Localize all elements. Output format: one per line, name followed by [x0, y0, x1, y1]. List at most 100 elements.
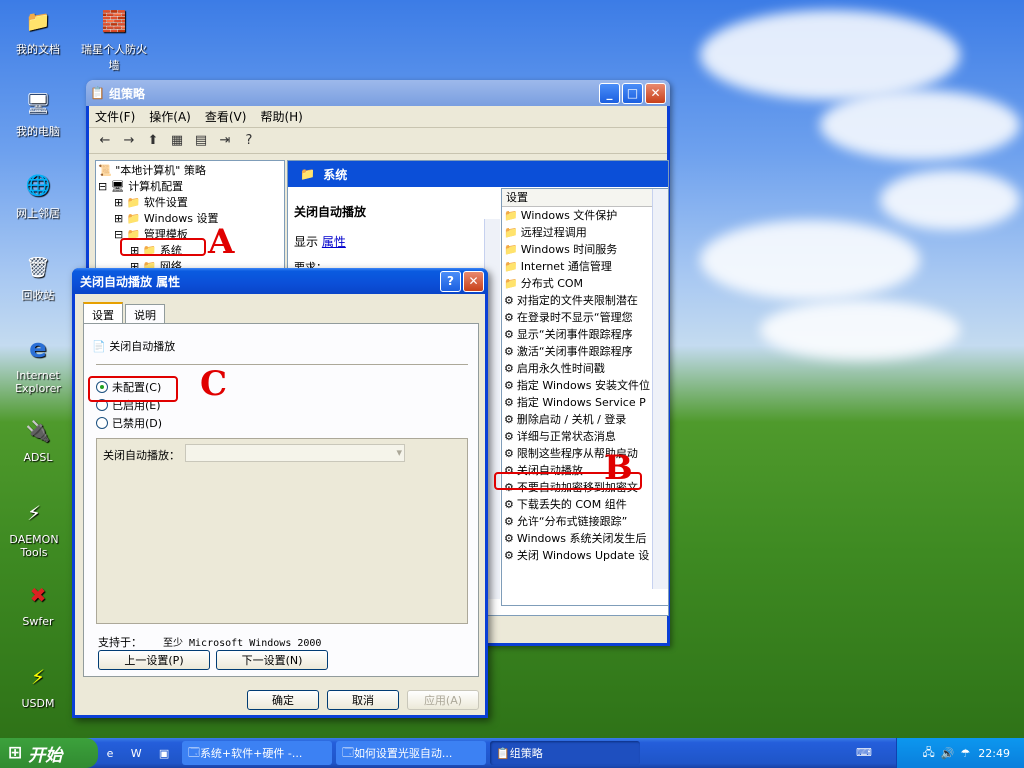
properties-link[interactable]: 属性 — [322, 235, 346, 249]
list-item[interactable]: 📁 Windows 文件保护 — [502, 207, 652, 224]
tab-explain[interactable]: 说明 — [125, 304, 165, 325]
desktop-icon-ie[interactable]: e Internet Explorer — [4, 332, 72, 395]
list-item[interactable]: 📁 远程过程调用 — [502, 224, 652, 241]
tree-software[interactable]: ⊞ 📁 软件设置 — [98, 195, 282, 211]
list-item[interactable]: 📁 分布式 COM — [502, 275, 652, 292]
properties-dialog: 关闭自动播放 属性 ? ✕ 设置 说明 📄 关闭自动播放 未配置(C) 已启用(… — [72, 268, 488, 718]
divider — [96, 364, 468, 365]
tree-windows-settings[interactable]: ⊞ 📁 Windows 设置 — [98, 211, 282, 227]
list-item[interactable]: ⚙ 详细与正常状态消息 — [502, 428, 652, 445]
network-icon: 🌐 — [25, 173, 51, 197]
keyboard-icon[interactable]: ⌨ — [856, 746, 872, 759]
maximize-button[interactable]: □ — [622, 82, 643, 104]
radio-disabled[interactable]: 已禁用(D) — [96, 414, 162, 432]
list-column-header[interactable]: 设置 — [502, 189, 668, 207]
task-label: 如何设置光驱自动... — [353, 747, 453, 760]
pane-header: 📁 系统 — [288, 161, 668, 187]
dialog-tabs: 设置 说明 — [83, 302, 167, 325]
list-item[interactable]: ⚙ 对指定的文件夹限制潜在 — [502, 292, 652, 309]
list-item-label: 分布式 COM — [520, 277, 584, 290]
list-item[interactable]: ⚙ 启用永久性时间戳 — [502, 360, 652, 377]
task-item[interactable]: 🗔 如何设置光驱自动... — [336, 741, 486, 765]
minimize-button[interactable]: _ — [599, 82, 620, 104]
show-tree-icon[interactable]: ▦ — [167, 131, 187, 151]
desktop-icon-daemon[interactable]: ⚡ DAEMON Tools — [0, 496, 68, 559]
autoplay-dropdown[interactable]: ▾ — [185, 444, 405, 462]
list-item[interactable]: ⚙ 激活“关闭事件跟踪程序 — [502, 343, 652, 360]
forward-icon[interactable]: → — [119, 131, 139, 151]
list-item[interactable]: ⚙ 显示“关闭事件跟踪程序 — [502, 326, 652, 343]
export-icon[interactable]: ⇥ — [215, 131, 235, 151]
setting-icon: ⚙ — [504, 294, 514, 307]
start-button[interactable]: ⊞ 开始 — [0, 738, 98, 768]
list-item-label: 允许“分布式链接跟踪” — [516, 515, 628, 528]
desktop-icon-firewall[interactable]: 🧱 瑞星个人防火墙 — [80, 4, 148, 73]
policy-heading-text: 关闭自动播放 — [109, 340, 176, 353]
settings-list-pane: 设置 📁 Windows 文件保护 📁 远程过程调用 📁 Windows 时间服务 📁 Int… — [501, 188, 669, 606]
list-item[interactable]: ⚙ 在登录时不显示“管理您 — [502, 309, 652, 326]
desktop-icon-my-documents[interactable]: 📁 我的文档 — [4, 4, 72, 57]
desktop-icon-adsl[interactable]: 🔌 ADSL — [4, 414, 72, 464]
annotation-box-c — [88, 376, 178, 402]
help-button[interactable]: ? — [440, 270, 461, 292]
task-item-active[interactable]: 📋 组策略 — [490, 741, 640, 765]
list-item-label: 下载丢失的 COM 组件 — [516, 498, 627, 511]
gp-titlebar[interactable]: 📋 组策略 _ □ ✕ — [86, 80, 670, 106]
folder-icon: 📁 — [504, 226, 518, 239]
word-quick-icon[interactable]: W — [131, 747, 142, 760]
desktop-icon-my-computer[interactable]: 🖥 我的电脑 — [4, 86, 72, 139]
tree-root[interactable]: 📜 "本地计算机" 策略 — [98, 163, 282, 179]
task-item[interactable]: 🗔 系统+软件+硬件 -... — [182, 741, 332, 765]
desktop-icon-recycle-bin[interactable]: 🗑 回收站 — [4, 250, 72, 303]
icon-label: Internet Explorer — [15, 369, 61, 395]
list-item[interactable]: ⚙ 删除启动 / 关机 / 登录 — [502, 411, 652, 428]
list-scrollbar[interactable] — [652, 189, 668, 589]
list-item[interactable]: ⚙ 下载丢失的 COM 组件 — [502, 496, 652, 513]
dialog-titlebar[interactable]: 关闭自动播放 属性 ? ✕ — [72, 268, 488, 294]
dialog-close-button[interactable]: ✕ — [463, 270, 484, 292]
ie-quick-icon[interactable]: e — [107, 747, 114, 760]
folder-icon: 📁 — [504, 243, 518, 256]
cancel-button[interactable]: 取消 — [327, 690, 399, 710]
list-item[interactable]: ⚙ Windows 系统关闭发生后 — [502, 530, 652, 547]
apply-button[interactable]: 应用(A) — [407, 690, 479, 710]
desktop-icon-network[interactable]: 🌐 网上邻居 — [4, 168, 72, 221]
desktop-icon-usdm[interactable]: ⚡ USDM — [4, 660, 72, 710]
menu-file[interactable]: 文件(F) — [95, 108, 135, 125]
list-item[interactable]: ⚙ 指定 Windows 安装文件位 — [502, 377, 652, 394]
list-item-label: 在登录时不显示“管理您 — [516, 311, 633, 324]
list-item[interactable]: ⚙ 关闭 Windows Update 设 — [502, 547, 652, 564]
tab-settings[interactable]: 设置 — [83, 302, 123, 325]
list-item[interactable]: ⚙ 指定 Windows Service P — [502, 394, 652, 411]
menu-action[interactable]: 操作(A) — [149, 108, 191, 125]
detail-title: 关闭自动播放 — [294, 205, 367, 219]
tree-computer-config[interactable]: ⊟ 🖥 计算机配置 — [98, 179, 282, 195]
help-icon[interactable]: ? — [239, 131, 259, 151]
volume-tray-icon[interactable]: 🔊 — [941, 747, 955, 760]
list-item[interactable]: 📁 Internet 通信管理 — [502, 258, 652, 275]
list-item[interactable]: ⚙ 允许“分布式链接跟踪” — [502, 513, 652, 530]
menu-view[interactable]: 查看(V) — [205, 108, 247, 125]
next-setting-button[interactable]: 下一设置(N) — [216, 650, 328, 670]
security-tray-icon[interactable]: ☂ — [960, 747, 970, 760]
properties-icon[interactable]: ▤ — [191, 131, 211, 151]
ok-button[interactable]: 确定 — [247, 690, 319, 710]
toolbar: ← → ⬆ ▦ ▤ ⇥ ? — [89, 128, 667, 154]
back-icon[interactable]: ← — [95, 131, 115, 151]
radio-label: 已禁用(D) — [112, 417, 163, 430]
desktop-icon-swfer[interactable]: ✖ Swfer — [4, 578, 72, 628]
tree-label: 软件设置 — [143, 196, 188, 209]
desktop-quick-icon[interactable]: ▣ — [159, 747, 169, 760]
annotation-box-a — [120, 238, 206, 256]
network-tray-icon[interactable]: 🖧 — [922, 744, 934, 763]
detail-show-row: 显示 属性 — [294, 233, 346, 250]
menu-help[interactable]: 帮助(H) — [260, 108, 302, 125]
list-item[interactable]: 📁 Windows 时间服务 — [502, 241, 652, 258]
up-folder-icon[interactable]: ⬆ — [143, 131, 163, 151]
prev-setting-button[interactable]: 上一设置(P) — [98, 650, 210, 670]
icon-label: 回收站 — [21, 289, 55, 302]
close-button[interactable]: ✕ — [645, 82, 666, 104]
settings-list: 📁 Windows 文件保护 📁 远程过程调用 📁 Windows 时间服务 📁 Intern… — [502, 207, 652, 564]
windows-logo-icon: ⊞ — [8, 743, 23, 763]
recycle-bin-icon: 🗑 — [25, 255, 51, 279]
